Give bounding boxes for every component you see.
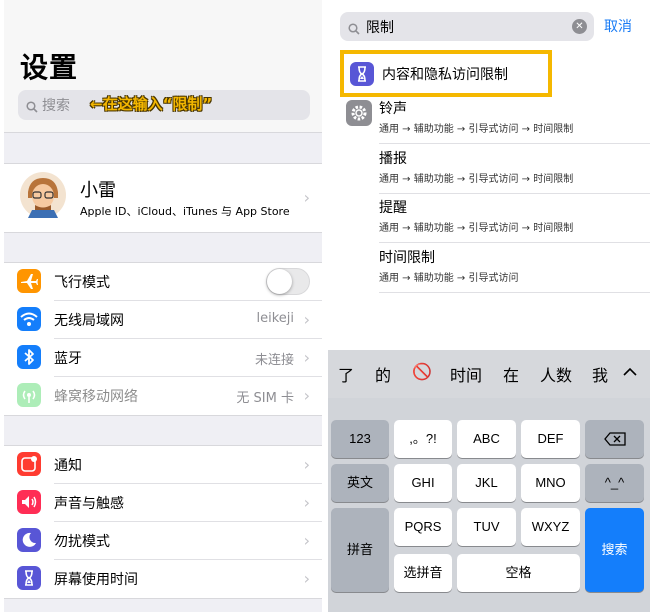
search-icon: [348, 20, 360, 39]
settings-search-field[interactable]: 限制 ✕: [340, 12, 594, 41]
chevron-right-icon: ›: [303, 348, 310, 367]
settings-screen: 设置 搜索 ←在这输入“限制” 小雷 Apple ID、iCloud、iTune…: [4, 0, 322, 612]
candidate-emoji[interactable]: 🚫: [412, 362, 432, 381]
profile-name: 小雷: [80, 180, 116, 201]
search-query-text: 限制: [366, 20, 394, 36]
result-path: 通用 → 辅助功能 → 引导式访问 → 时间限制: [379, 174, 574, 185]
annotation-arrow-text: ←在这输入“限制”: [90, 95, 213, 113]
candidate-bar: 了 的 🚫 时间 在 人数 我: [328, 350, 650, 398]
result-path: 通用 → 辅助功能 → 引导式访问 → 时间限制: [379, 124, 574, 135]
settings-row-cellular[interactable]: 蜂窝移动网络 无 SIM 卡 ›: [4, 377, 322, 415]
settings-row-airplane-mode[interactable]: 飞行模式: [4, 263, 322, 301]
bluetooth-status: 未连接: [254, 353, 294, 368]
wifi-icon: [17, 307, 41, 331]
key-def[interactable]: DEF: [521, 420, 580, 458]
candidate-word[interactable]: 在: [503, 362, 519, 386]
result-title: 铃声: [379, 101, 407, 117]
cellular-icon: [17, 383, 41, 407]
chevron-right-icon: ›: [303, 531, 310, 550]
divider: [379, 193, 650, 194]
page-title: 设置: [20, 51, 79, 84]
avatar: [20, 172, 66, 218]
result-title: 播报: [379, 151, 407, 167]
chevron-right-icon: ›: [303, 493, 310, 512]
chevron-up-icon[interactable]: [618, 360, 642, 384]
row-label: 蓝牙: [54, 351, 82, 367]
candidate-word[interactable]: 的: [375, 362, 391, 386]
key-mno[interactable]: MNO: [521, 464, 580, 502]
settings-row-bluetooth[interactable]: 蓝牙 未连接 ›: [4, 339, 322, 377]
airplane-icon: [17, 269, 41, 293]
result-title: 时间限制: [379, 250, 435, 266]
settings-row-screen-time[interactable]: 屏幕使用时间 ›: [4, 560, 322, 598]
hourglass-icon: [17, 566, 41, 590]
key-abc[interactable]: ABC: [457, 420, 516, 458]
chevron-right-icon: ›: [303, 188, 310, 207]
key-kaomoji[interactable]: ^_^: [585, 464, 644, 502]
key-123[interactable]: 123: [331, 420, 389, 458]
candidate-word[interactable]: 人数: [540, 362, 572, 386]
pinyin-keyboard: 了 的 🚫 时间 在 人数 我 123 ,。?! ABC DEF 英文 GHI …: [328, 350, 650, 612]
bluetooth-icon: [17, 345, 41, 369]
candidate-word[interactable]: 了: [338, 362, 354, 386]
sound-icon: [17, 490, 41, 514]
row-label: 屏幕使用时间: [54, 572, 138, 588]
row-label: 勿扰模式: [54, 534, 110, 550]
divider: [379, 143, 650, 144]
settings-row-wifi[interactable]: 无线局域网 leikeji ›: [4, 301, 322, 339]
search-icon: [26, 98, 38, 117]
wifi-network-name: leikeji: [256, 311, 294, 326]
airplane-mode-toggle[interactable]: [266, 268, 310, 295]
connectivity-group: 飞行模式 无线局域网 leikeji › 蓝牙 未连接 › 蜂窝移动网络 无 S…: [4, 262, 322, 416]
row-label: 无线局域网: [54, 313, 124, 329]
key-tuv[interactable]: TUV: [457, 508, 516, 546]
row-label: 通知: [54, 458, 82, 474]
search-placeholder: 搜索: [42, 98, 70, 114]
result-title: 内容和隐私访问限制: [382, 67, 508, 83]
key-pqrs[interactable]: PQRS: [394, 508, 452, 546]
key-ghi[interactable]: GHI: [394, 464, 452, 502]
key-search[interactable]: 搜索: [585, 508, 644, 592]
backspace-icon: [603, 432, 626, 446]
gear-icon: [346, 100, 372, 126]
moon-icon: [17, 528, 41, 552]
key-backspace[interactable]: [585, 420, 644, 458]
candidate-word[interactable]: 我: [592, 362, 608, 386]
apple-id-profile-row[interactable]: 小雷 Apple ID、iCloud、iTunes 与 App Store ›: [4, 163, 322, 233]
notifications-icon: [17, 452, 41, 476]
chevron-right-icon: ›: [303, 569, 310, 588]
profile-subtitle: Apple ID、iCloud、iTunes 与 App Store: [80, 205, 290, 218]
settings-row-sounds[interactable]: 声音与触感 ›: [4, 484, 322, 522]
divider: [379, 242, 650, 243]
row-label: 蜂窝移动网络: [54, 389, 138, 405]
row-label: 声音与触感: [54, 496, 124, 512]
settings-row-do-not-disturb[interactable]: 勿扰模式 ›: [4, 522, 322, 560]
clear-search-icon[interactable]: ✕: [572, 19, 587, 34]
search-screen: 限制 ✕ 取消 内容和隐私访问限制 铃声 通用 → 辅助功能 → 引导式访问 →…: [328, 0, 650, 612]
search-result-content-privacy-restrictions[interactable]: 内容和隐私访问限制: [340, 50, 552, 97]
result-path: 通用 → 辅助功能 → 引导式访问: [379, 273, 519, 284]
toggle-knob: [267, 269, 292, 294]
row-label: 飞行模式: [54, 275, 110, 291]
key-pinyin[interactable]: 拼音: [331, 508, 389, 592]
result-path: 通用 → 辅助功能 → 引导式访问 → 时间限制: [379, 223, 574, 234]
notifications-group: 通知 › 声音与触感 › 勿扰模式 › 屏幕使用时间 ›: [4, 445, 322, 599]
key-space[interactable]: 空格: [457, 554, 580, 592]
chevron-right-icon: ›: [303, 386, 310, 405]
key-english[interactable]: 英文: [331, 464, 389, 502]
result-title: 提醒: [379, 200, 407, 216]
settings-row-notifications[interactable]: 通知 ›: [4, 446, 322, 484]
candidate-word[interactable]: 时间: [450, 362, 482, 386]
chevron-right-icon: ›: [303, 310, 310, 329]
key-punctuation[interactable]: ,。?!: [394, 420, 452, 458]
cellular-status: 无 SIM 卡: [236, 391, 294, 406]
key-select-pinyin[interactable]: 选拼音: [394, 554, 452, 592]
divider: [379, 292, 650, 293]
hourglass-icon: [350, 62, 374, 86]
cancel-button[interactable]: 取消: [604, 16, 632, 36]
key-jkl[interactable]: JKL: [457, 464, 516, 502]
chevron-right-icon: ›: [303, 455, 310, 474]
settings-header: 设置 搜索 ←在这输入“限制”: [4, 0, 322, 133]
key-wxyz[interactable]: WXYZ: [521, 508, 580, 546]
